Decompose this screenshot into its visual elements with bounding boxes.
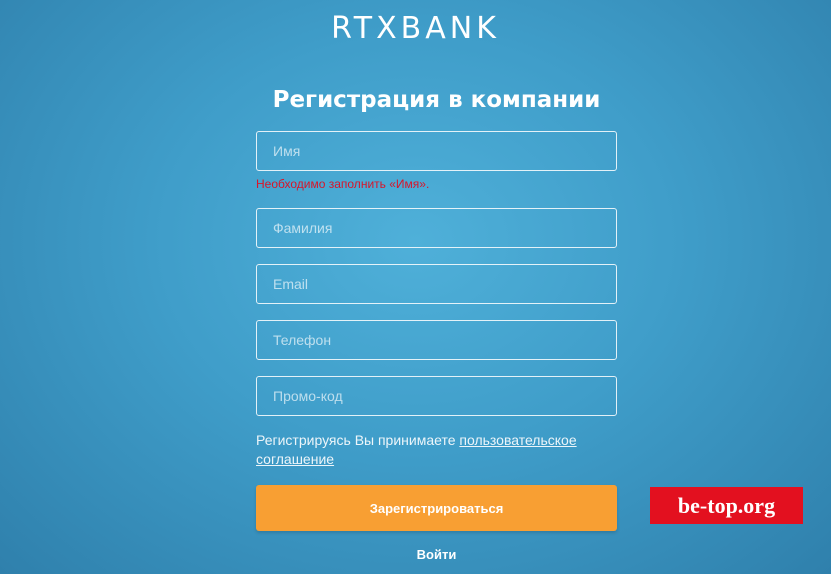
last-name-input[interactable]	[256, 208, 617, 248]
login-link[interactable]: Войти	[0, 546, 831, 564]
promo-code-input[interactable]	[256, 376, 617, 416]
agreement-notice: Регистрируясь Вы принимаете пользователь…	[256, 431, 621, 469]
bank-logo: RTXBANK	[331, 11, 500, 46]
register-button[interactable]: Зарегистрироваться	[256, 485, 617, 531]
first-name-error: Необходимо заполнить «Имя».	[256, 177, 430, 191]
first-name-input[interactable]	[256, 131, 617, 171]
page-title: Регистрация в компании	[272, 87, 601, 113]
watermark-badge: be-top.org	[650, 487, 803, 524]
email-input[interactable]	[256, 264, 617, 304]
phone-input[interactable]	[256, 320, 617, 360]
agreement-text: Регистрируясь Вы принимаете	[256, 432, 460, 448]
